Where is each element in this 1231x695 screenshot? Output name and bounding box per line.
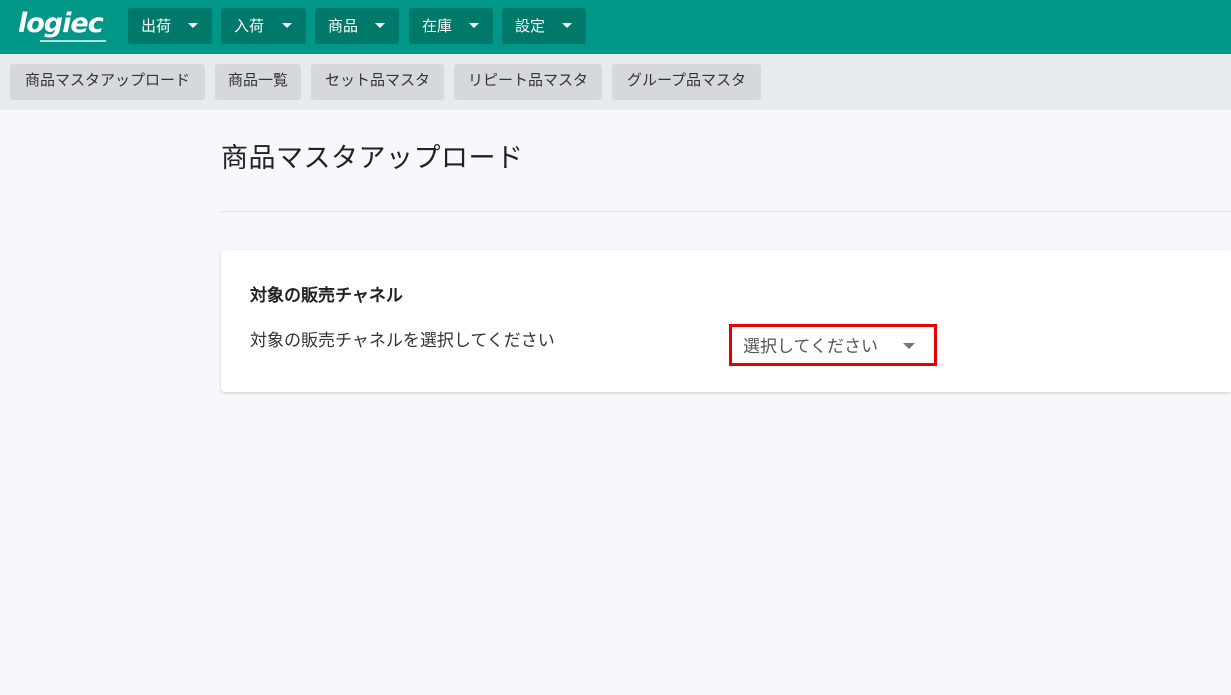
- title-divider: [221, 211, 1231, 212]
- subnav-repeat-product-master[interactable]: リピート品マスタ: [454, 64, 602, 100]
- logo-text: logiec: [18, 8, 104, 39]
- nav-products-label: 商品: [328, 17, 359, 35]
- chevron-down-icon: [469, 23, 479, 28]
- nav-settings-dropdown[interactable]: 設定: [502, 8, 586, 44]
- page-title: 商品マスタアップロード: [221, 143, 524, 174]
- subnav-set-product-master[interactable]: セット品マスタ: [311, 64, 444, 100]
- select-value: 選択してください: [743, 337, 878, 357]
- chevron-down-icon: [188, 23, 198, 28]
- chevron-down-icon: [903, 343, 915, 349]
- chevron-down-icon: [562, 23, 572, 28]
- chevron-down-icon: [375, 23, 385, 28]
- logo-underline: [40, 40, 106, 42]
- logiec-logo[interactable]: logiec: [18, 6, 110, 46]
- sales-channel-label: 対象の販売チャネルを選択してください: [250, 331, 555, 351]
- nav-shipping-label: 出荷: [141, 17, 172, 35]
- subnav-product-list[interactable]: 商品一覧: [215, 64, 301, 100]
- nav-inventory-label: 在庫: [422, 17, 453, 35]
- sales-channel-select[interactable]: 選択してください: [729, 324, 937, 366]
- subnav-product-master-upload[interactable]: 商品マスタアップロード: [10, 64, 205, 100]
- card-title: 対象の販売チャネル: [250, 286, 403, 306]
- sub-navigation-bar: 商品マスタアップロード 商品一覧 セット品マスタ リピート品マスタ グループ品マ…: [0, 54, 1231, 110]
- top-navigation-bar: logiec 出荷 入荷 商品 在庫 設定: [0, 0, 1231, 54]
- nav-inventory-dropdown[interactable]: 在庫: [409, 8, 493, 44]
- nav-shipping-dropdown[interactable]: 出荷: [128, 8, 212, 44]
- subnav-group-product-master[interactable]: グループ品マスタ: [612, 64, 761, 100]
- nav-receiving-label: 入荷: [234, 17, 265, 35]
- nav-products-dropdown[interactable]: 商品: [315, 8, 399, 44]
- nav-receiving-dropdown[interactable]: 入荷: [221, 8, 306, 44]
- chevron-down-icon: [282, 23, 292, 28]
- sales-channel-card: 対象の販売チャネル 対象の販売チャネルを選択してください 選択してください: [221, 250, 1231, 392]
- nav-settings-label: 設定: [515, 17, 546, 35]
